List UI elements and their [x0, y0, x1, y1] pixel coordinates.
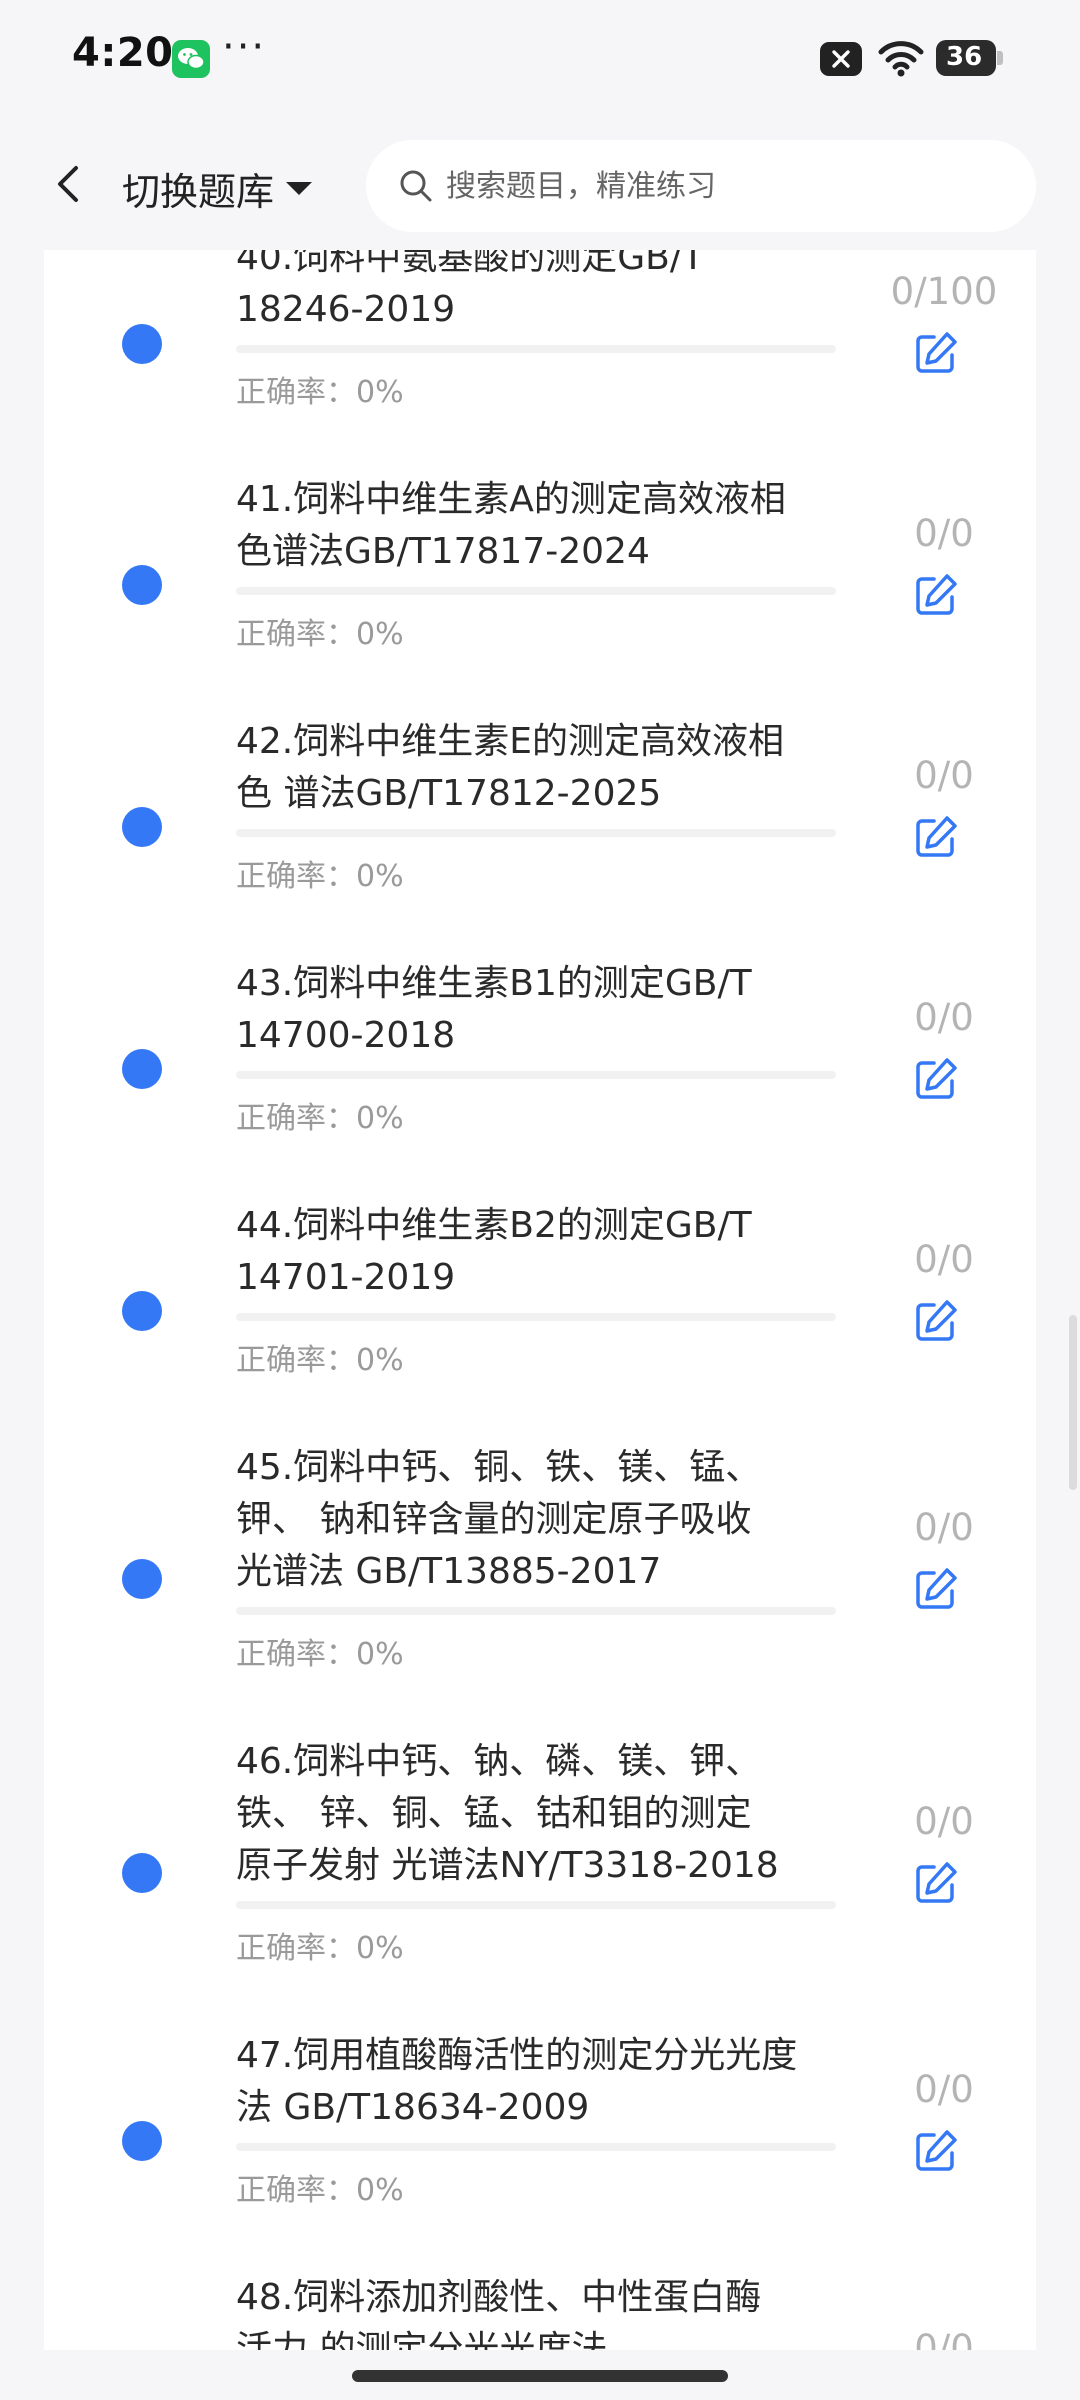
list-card: 40.饲料中氨基酸的测定GB/T 18246-2019 正确率：0% 0/100… — [44, 250, 1036, 2350]
back-icon — [58, 166, 78, 202]
more-notifications-icon: ··· — [222, 24, 267, 70]
accuracy-text: 正确率：0% — [236, 1931, 404, 1966]
status-dot — [122, 1049, 162, 1089]
item-count: 0/0 — [914, 996, 974, 1039]
back-button[interactable] — [40, 154, 100, 214]
edit-icon[interactable] — [912, 1859, 960, 1907]
item-count: 0/100 — [890, 270, 998, 313]
status-time: 4:20 — [72, 30, 174, 76]
item-count: 0/0 — [914, 512, 974, 555]
question-list[interactable]: 40.饲料中氨基酸的测定GB/T 18246-2019 正确率：0% 0/100… — [0, 250, 1080, 2350]
progress-bar — [236, 1901, 836, 1909]
status-dot — [122, 1853, 162, 1893]
top-nav-bar: 切换题库 — [0, 120, 1080, 250]
progress-bar — [236, 829, 836, 837]
item-title: 45.饲料中钙、铜、铁、镁、锰、 钾、 钠和锌含量的测定原子吸收 光谱法 GB/… — [236, 1447, 762, 1592]
status-dot — [122, 807, 162, 847]
item-count: 0/0 — [914, 1238, 974, 1281]
item-count: 0/0 — [914, 2068, 974, 2111]
status-dot — [122, 565, 162, 605]
item-title: 40.饲料中氨基酸的测定GB/T 18246-2019 — [236, 250, 704, 330]
item-title: 42.饲料中维生素E的测定高效液相 色 谱法GB/T17812-2025 — [236, 721, 784, 814]
progress-bar — [236, 1071, 836, 1079]
status-dot — [122, 1559, 162, 1599]
progress-bar — [236, 345, 836, 353]
edit-icon[interactable] — [912, 1565, 960, 1613]
scrollbar[interactable] — [1069, 1315, 1077, 1490]
wechat-icon — [172, 40, 210, 78]
edit-icon[interactable] — [912, 571, 960, 619]
search-box[interactable] — [366, 140, 1036, 232]
screen: 4:20 ··· 36 切换题库 搜索题目，精准练习 40.饲料中氨基酸的测定G… — [0, 0, 1080, 2400]
accuracy-text: 正确率：0% — [236, 1101, 404, 1136]
status-dot — [122, 2121, 162, 2161]
item-title: 41.饲料中维生素A的测定高效液相 色谱法GB/T17817-2024 — [236, 479, 786, 572]
status-bar: 4:20 ··· 36 — [0, 0, 1080, 120]
edit-icon[interactable] — [912, 813, 960, 861]
switch-question-bank-label: 切换题库 — [122, 169, 275, 214]
accuracy-text: 正确率：0% — [236, 859, 404, 894]
item-title: 46.饲料中钙、钠、磷、镁、钾、 铁、 锌、铜、锰、钴和钼的测定 原子发射 光谱… — [236, 1741, 779, 1886]
accuracy-text: 正确率：0% — [236, 375, 404, 410]
battery-icon: 36 — [936, 40, 1003, 76]
search-icon — [400, 170, 432, 202]
item-title: 47.饲用植酸酶活性的测定分光光度 法 GB/T18634-2009 — [236, 2035, 798, 2128]
item-title: 44.饲料中维生素B2的测定GB/T 14701-2019 — [236, 1205, 752, 1298]
battery-cap — [997, 51, 1003, 65]
item-count: 0/0 — [914, 1506, 974, 1549]
progress-bar — [236, 2143, 836, 2151]
progress-bar — [236, 1313, 836, 1321]
progress-bar — [236, 587, 836, 595]
accuracy-text: 正确率：0% — [236, 1637, 404, 1672]
edit-icon[interactable] — [912, 329, 960, 377]
sim-off-icon — [820, 42, 862, 76]
item-title: 43.饲料中维生素B1的测定GB/T 14700-2018 — [236, 963, 752, 1056]
edit-icon[interactable] — [912, 2127, 960, 2175]
item-count: 0/0 — [914, 2327, 974, 2350]
accuracy-text: 正确率：0% — [236, 617, 404, 652]
battery-level: 36 — [946, 42, 983, 72]
home-indicator[interactable] — [352, 2370, 728, 2382]
edit-icon[interactable] — [912, 1055, 960, 1103]
item-title: 48.饲料添加剂酸性、中性蛋白酶 活力 的测定分光光度法 — [236, 2277, 762, 2350]
wifi-icon — [878, 41, 924, 77]
progress-bar — [236, 1607, 836, 1615]
status-dot — [122, 324, 162, 364]
accuracy-text: 正确率：0% — [236, 1343, 404, 1378]
switch-question-bank-button[interactable]: 切换题库 — [122, 158, 313, 218]
item-count: 0/0 — [914, 1800, 974, 1843]
status-dot — [122, 1291, 162, 1331]
caret-down-icon — [286, 181, 313, 195]
accuracy-text: 正确率：0% — [236, 2173, 404, 2208]
item-count: 0/0 — [914, 754, 974, 797]
search-input[interactable] — [444, 167, 1008, 205]
edit-icon[interactable] — [912, 1297, 960, 1345]
